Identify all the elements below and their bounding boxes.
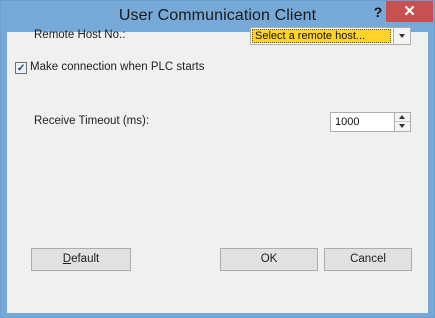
spin-up-button[interactable] <box>395 113 410 122</box>
dropdown-button[interactable] <box>393 28 410 44</box>
chevron-down-icon <box>399 34 405 38</box>
spin-down-icon <box>399 124 405 128</box>
close-button[interactable]: ✕ <box>386 1 433 22</box>
ok-button[interactable]: OK <box>220 248 318 271</box>
cancel-button[interactable]: Cancel <box>324 248 412 271</box>
default-button-label: efault <box>71 253 100 265</box>
spinner-buttons <box>394 113 410 131</box>
spin-down-button[interactable] <box>395 122 410 131</box>
remote-host-label: Remote Host No.: <box>34 29 126 41</box>
ok-button-label: OK <box>260 253 278 265</box>
checkmark-icon: ✓ <box>17 63 26 74</box>
make-connection-checkbox[interactable]: ✓ <box>15 62 27 74</box>
default-button-mnemonic: D <box>62 253 72 265</box>
spin-up-icon <box>399 115 405 119</box>
dialog-body: Remote Host No.: Select a remote host...… <box>7 27 428 313</box>
dialog-window: User Communication Client ? ✕ Remote Hos… <box>0 0 435 318</box>
receive-timeout-label: Receive Timeout (ms): <box>34 115 150 127</box>
help-icon: ? <box>373 4 383 20</box>
receive-timeout-value[interactable]: 1000 <box>335 116 359 128</box>
remote-host-selected-value: Select a remote host... <box>252 29 391 43</box>
cancel-button-label: Cancel <box>350 253 386 265</box>
close-icon: ✕ <box>403 3 416 20</box>
default-button[interactable]: Default <box>31 248 131 271</box>
make-connection-label[interactable]: Make connection when PLC starts <box>30 61 205 73</box>
remote-host-dropdown[interactable]: Select a remote host... <box>250 27 411 45</box>
receive-timeout-spinner[interactable]: 1000 <box>330 112 411 132</box>
